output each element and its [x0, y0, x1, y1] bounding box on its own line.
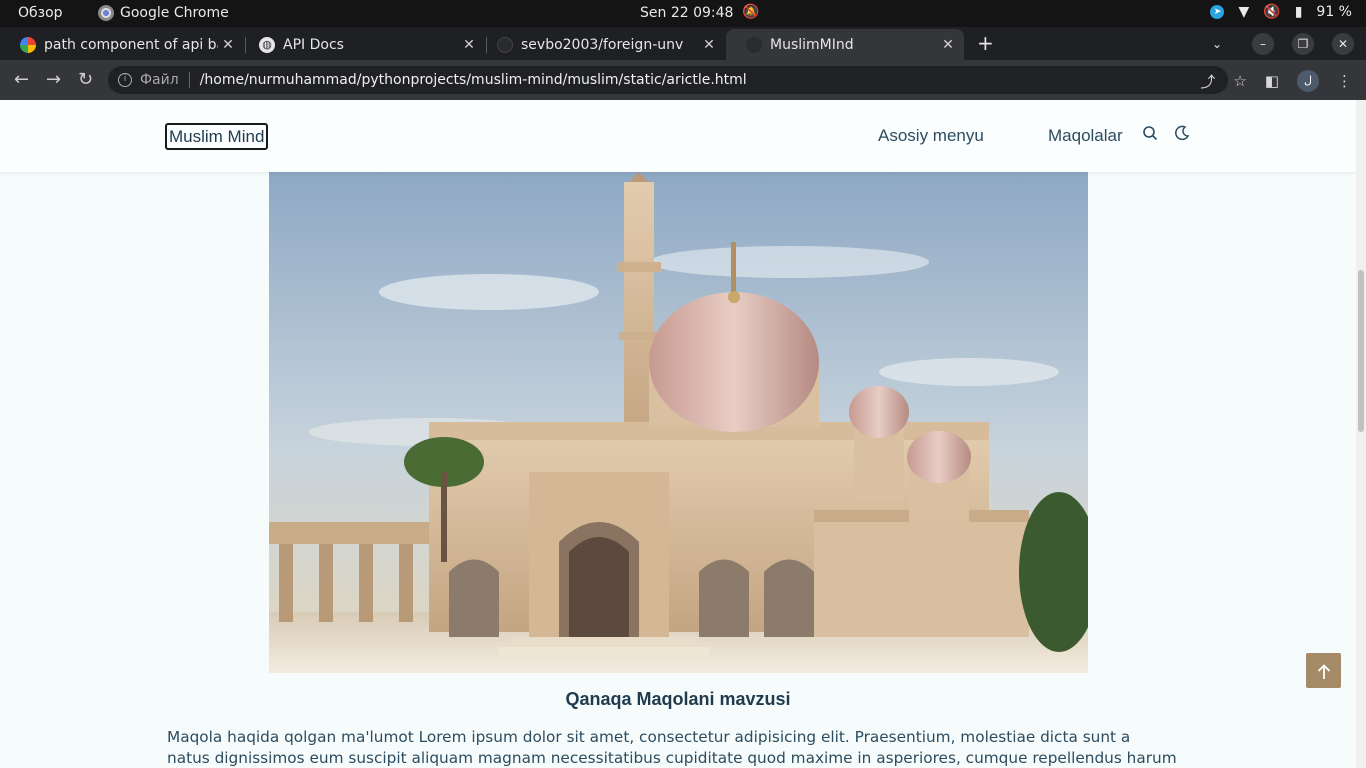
chrome-icon — [98, 5, 114, 21]
close-tab-icon[interactable]: ✕ — [218, 37, 238, 53]
page-scrollbar[interactable] — [1356, 100, 1366, 768]
battery-icon: ▮ — [1294, 4, 1303, 20]
system-tray[interactable]: ➤ ▼ 🔇 ▮ 91 % — [1210, 4, 1352, 20]
tab-github-repo[interactable]: sevbo2003/foreign-unv ✕ — [477, 29, 725, 60]
battery-label: 91 % — [1316, 4, 1352, 20]
nav-asosiy-menyu[interactable]: Asosiy menyu — [878, 126, 984, 146]
article-title: Qanaqa Maqolani mavzusi — [565, 689, 791, 709]
tab-path-component[interactable]: path component of api ba ✕ — [0, 29, 244, 60]
tab-title: sevbo2003/foreign-unv — [521, 36, 684, 53]
minimize-icon[interactable]: – — [1252, 33, 1274, 55]
notifications-muted-icon[interactable]: 🔕 — [742, 4, 759, 20]
reload-icon[interactable]: ↻ — [78, 69, 93, 90]
side-panel-icon[interactable]: ◧ — [1265, 72, 1279, 90]
divider — [188, 72, 190, 88]
close-tab-icon[interactable]: ✕ — [459, 37, 479, 53]
tab-api-docs[interactable]: ◍ API Docs ✕ — [239, 29, 485, 60]
scrollbar-thumb[interactable] — [1358, 270, 1364, 432]
back-icon[interactable]: ← — [14, 69, 29, 90]
site-header: Muslim Mind Asosiy menyu Maqolalar — [0, 100, 1356, 172]
address-bar[interactable]: i Файл /home/nurmuhammad/pythonprojects/… — [108, 66, 1228, 94]
window-controls: ⌄ – ❐ ✕ — [1212, 33, 1354, 55]
arrow-up-icon — [1317, 663, 1330, 679]
toolbar-actions: ⤴ ☆ ◧ ل ⋮ — [1200, 70, 1352, 92]
scheme-label: Файл — [140, 72, 179, 88]
github-icon — [497, 36, 513, 53]
app-menu[interactable]: Google Chrome — [98, 5, 229, 21]
dark-mode-moon-icon[interactable] — [1174, 125, 1190, 145]
article-body: Maqola haqida qolgan ma'lumot Lorem ipsu… — [167, 728, 1177, 767]
forward-icon[interactable]: → — [46, 69, 61, 90]
bookmark-star-icon[interactable]: ☆ — [1233, 72, 1246, 90]
close-window-icon[interactable]: ✕ — [1332, 33, 1354, 55]
new-tab-button[interactable]: + — [977, 31, 994, 55]
site-logo-link[interactable]: Muslim Mind — [165, 123, 269, 150]
tab-strip: path component of api ba ✕ ◍ API Docs ✕ … — [0, 27, 1366, 60]
profile-avatar[interactable]: ل — [1297, 70, 1319, 92]
activities-button[interactable]: Обзор — [18, 5, 63, 21]
scroll-to-top-button[interactable] — [1306, 653, 1341, 688]
volume-muted-icon: 🔇 — [1263, 4, 1281, 20]
info-icon[interactable]: i — [118, 73, 132, 87]
globe-icon: ◍ — [259, 36, 275, 53]
share-icon[interactable]: ⤴ — [1200, 71, 1215, 92]
tab-title: path component of api ba — [44, 36, 218, 53]
url-text[interactable]: /home/nurmuhammad/pythonprojects/muslim-… — [200, 72, 747, 88]
search-icon[interactable] — [1142, 125, 1158, 145]
web-page: Muslim Mind Asosiy menyu Maqolalar Qanaq… — [0, 100, 1356, 768]
tab-title: API Docs — [283, 36, 344, 53]
nav-maqolalar[interactable]: Maqolalar — [1048, 126, 1123, 146]
close-tab-icon[interactable]: ✕ — [938, 37, 958, 53]
system-top-bar: Обзор Google Chrome Sen 22 09:48 🔕 ➤ ▼ 🔇… — [0, 0, 1366, 27]
wifi-icon: ▼ — [1238, 4, 1250, 20]
mosque-illustration — [269, 172, 1088, 673]
telegram-icon[interactable]: ➤ — [1210, 5, 1225, 19]
app-name-label: Google Chrome — [120, 5, 229, 21]
tab-search-icon[interactable]: ⌄ — [1212, 37, 1222, 51]
clock[interactable]: Sen 22 09:48 — [640, 5, 733, 21]
restore-icon[interactable]: ❐ — [1292, 33, 1314, 55]
google-icon — [20, 36, 36, 53]
close-tab-icon[interactable]: ✕ — [699, 37, 719, 53]
tab-muslimmind[interactable]: MuslimMInd ✕ — [726, 29, 964, 60]
browser-toolbar: ← → ↻ i Файл /home/nurmuhammad/pythonpro… — [0, 60, 1366, 100]
tab-title: MuslimMInd — [770, 36, 854, 53]
article-hero-image — [269, 172, 1088, 673]
menu-kebab-icon[interactable]: ⋮ — [1337, 72, 1352, 90]
site-icon — [746, 36, 762, 53]
